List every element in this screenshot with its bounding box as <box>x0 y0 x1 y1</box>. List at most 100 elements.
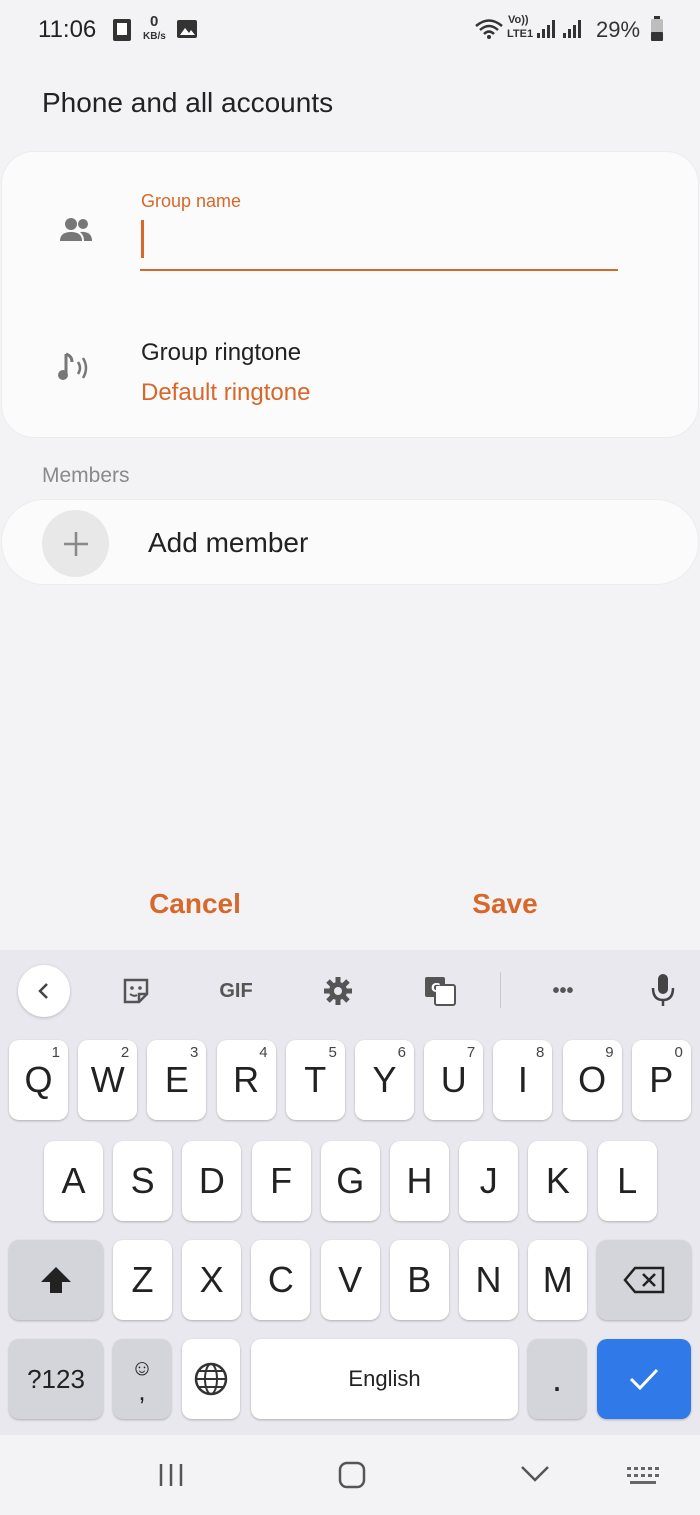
data-saver-icon <box>110 17 134 48</box>
cancel-button[interactable]: Cancel <box>130 888 260 920</box>
key-number-hint: 3 <box>190 1044 199 1061</box>
globe-icon <box>194 1362 228 1396</box>
key-label: F <box>270 1160 293 1201</box>
add-icon[interactable] <box>42 510 109 577</box>
keyboard-switch-icon[interactable] <box>626 1466 660 1491</box>
recent-apps-icon[interactable] <box>157 1462 185 1493</box>
net-speed-value: 0 <box>150 13 159 30</box>
key-label: A <box>61 1160 86 1201</box>
key-a[interactable]: A <box>44 1141 103 1221</box>
microphone-icon[interactable] <box>645 970 681 1010</box>
enter-key[interactable] <box>597 1339 691 1419</box>
key-k[interactable]: K <box>528 1141 588 1221</box>
toolbar-divider <box>500 972 501 1008</box>
key-o[interactable]: O9 <box>562 1040 622 1120</box>
backspace-key[interactable] <box>597 1240 691 1320</box>
key-label: G <box>336 1160 365 1201</box>
key-number-hint: 6 <box>397 1044 406 1061</box>
signal-2-icon <box>562 19 582 44</box>
sticker-icon[interactable] <box>118 973 154 1009</box>
key-q[interactable]: Q1 <box>9 1040 68 1120</box>
key-label: S <box>130 1160 155 1201</box>
key-g[interactable]: G <box>320 1141 380 1221</box>
image-icon <box>176 18 198 45</box>
key-d[interactable]: D <box>182 1141 242 1221</box>
key-b[interactable]: B <box>389 1240 449 1320</box>
key-i[interactable]: I8 <box>493 1040 553 1120</box>
key-number-hint: 4 <box>259 1044 268 1061</box>
shift-key[interactable] <box>9 1240 103 1320</box>
key-c[interactable]: C <box>251 1240 311 1320</box>
key-label: W <box>90 1059 125 1100</box>
group-name-input[interactable] <box>140 213 618 271</box>
key-m[interactable]: M <box>528 1240 588 1320</box>
key-label: V <box>338 1259 363 1300</box>
key-label: K <box>545 1160 570 1201</box>
key-z[interactable]: Z <box>113 1240 172 1320</box>
chevron-left-icon <box>38 983 48 999</box>
key-label: I <box>517 1059 528 1100</box>
key-label: E <box>164 1059 189 1100</box>
key-label: T <box>304 1059 327 1100</box>
key-e[interactable]: E3 <box>147 1040 207 1120</box>
key-y[interactable]: Y6 <box>355 1040 414 1120</box>
keyboard-collapse-button[interactable] <box>18 965 70 1017</box>
volte-label: Vo)) <box>508 14 529 26</box>
home-icon[interactable] <box>338 1461 366 1494</box>
key-number-hint: 7 <box>466 1044 476 1061</box>
key-number-hint: 0 <box>674 1044 683 1061</box>
status-time: 11:06 <box>38 16 97 43</box>
space-key[interactable]: English <box>251 1339 518 1419</box>
add-member-label[interactable]: Add member <box>148 527 308 559</box>
key-label: M <box>542 1259 573 1300</box>
gif-button[interactable]: GIF <box>208 976 264 1006</box>
key-label: H <box>406 1160 433 1201</box>
key-number-hint: 1 <box>51 1044 60 1061</box>
key-j[interactable]: J <box>459 1141 519 1221</box>
key-label: N <box>475 1259 502 1300</box>
key-w[interactable]: W2 <box>78 1040 138 1120</box>
comma-label: , <box>138 1376 146 1406</box>
key-number-hint: 8 <box>536 1044 545 1061</box>
key-l[interactable]: L <box>597 1141 657 1221</box>
language-key[interactable] <box>182 1339 240 1419</box>
key-label: C <box>267 1259 294 1300</box>
key-p[interactable]: P0 <box>631 1040 691 1120</box>
key-r[interactable]: R4 <box>216 1040 276 1120</box>
status-bar: 11:06 0 KB/s Vo)) LTE1 29% <box>0 0 700 60</box>
key-label: U <box>440 1059 467 1100</box>
back-chevron-down-icon[interactable] <box>520 1465 550 1488</box>
settings-gear-icon[interactable] <box>320 973 356 1009</box>
group-ringtone-title[interactable]: Group ringtone <box>141 339 301 367</box>
ringtone-icon[interactable] <box>56 350 94 391</box>
key-label: X <box>199 1259 224 1300</box>
more-options-button[interactable]: ••• <box>540 976 586 1006</box>
group-name-label: Group name <box>141 191 242 211</box>
group-ringtone-value[interactable]: Default ringtone <box>141 379 310 407</box>
key-v[interactable]: V <box>320 1240 380 1320</box>
period-key[interactable]: . <box>528 1339 586 1419</box>
key-label: B <box>407 1259 432 1300</box>
key-t[interactable]: T5 <box>285 1040 345 1120</box>
translate-icon[interactable]: G <box>420 973 460 1009</box>
page-title: Phone and all accounts <box>42 87 334 118</box>
key-x[interactable]: X <box>182 1240 242 1320</box>
key-label: Z <box>131 1259 154 1300</box>
battery-icon <box>650 16 664 47</box>
emoji-comma-key[interactable]: ☺ , <box>113 1339 171 1419</box>
key-h[interactable]: H <box>390 1141 449 1221</box>
key-label: P <box>649 1059 674 1100</box>
key-u[interactable]: U7 <box>424 1040 484 1120</box>
net-speed-unit: KB/s <box>143 31 166 42</box>
key-f[interactable]: F <box>251 1141 311 1221</box>
key-n[interactable]: N <box>459 1240 518 1320</box>
symbols-key[interactable]: ?123 <box>9 1339 103 1419</box>
checkmark-icon <box>629 1368 659 1391</box>
wifi-icon <box>474 17 504 46</box>
save-button[interactable]: Save <box>445 888 565 920</box>
text-cursor <box>141 220 144 258</box>
shift-icon <box>41 1267 71 1293</box>
key-label: D <box>198 1160 225 1201</box>
key-s[interactable]: S <box>113 1141 173 1221</box>
key-number-hint: 9 <box>605 1044 614 1061</box>
